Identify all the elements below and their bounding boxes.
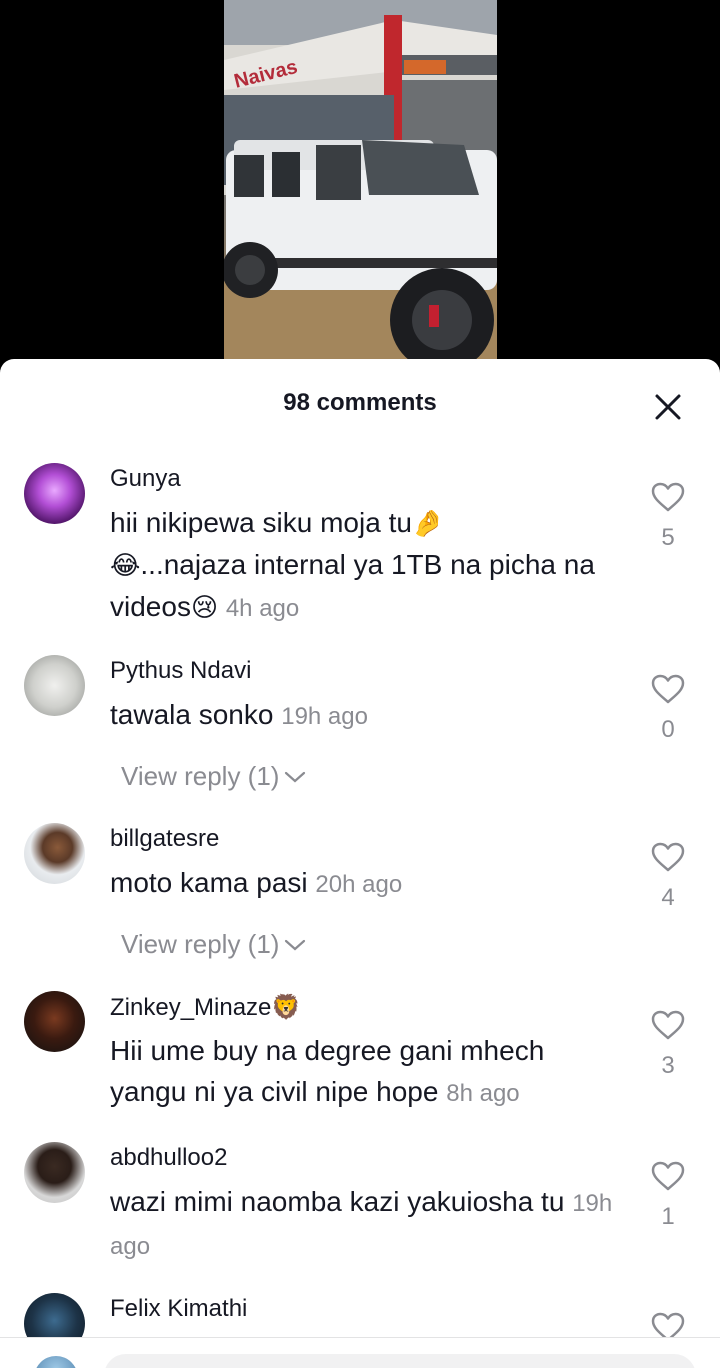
- like-count: 1: [661, 1203, 675, 1230]
- avatar[interactable]: [24, 823, 85, 884]
- comment-text: moto kama pasi 20h ago: [110, 862, 625, 905]
- comment-timestamp: 20h ago: [315, 871, 403, 898]
- like-button[interactable]: 4: [648, 841, 688, 912]
- comment-item: billgatesre moto kama pasi 20h ago 4 Vie…: [0, 819, 720, 969]
- comment-item: Felix Kimathi: [0, 1289, 720, 1337]
- comments-sheet: 98 comments Gunya hii nikipewa siku moja…: [0, 359, 720, 1368]
- my-avatar: [34, 1356, 78, 1368]
- like-count: 0: [661, 716, 675, 743]
- comment-username[interactable]: Gunya: [110, 465, 181, 493]
- comments-header: 98 comments: [0, 359, 720, 451]
- comment-input[interactable]: [104, 1354, 696, 1368]
- crying-emoji: 😢: [190, 592, 219, 622]
- like-count: 4: [661, 884, 675, 911]
- avatar[interactable]: [24, 463, 85, 524]
- comment-timestamp: 19h ago: [281, 703, 368, 730]
- avatar[interactable]: [24, 1293, 85, 1337]
- like-button[interactable]: [648, 1311, 688, 1337]
- comment-text-part2: ...najaza internal ya 1TB na picha na vi…: [110, 549, 595, 622]
- like-button[interactable]: 3: [648, 1009, 688, 1080]
- comment-timestamp: 4h ago: [225, 595, 300, 622]
- comment-item: Pythus Ndavi tawala sonko 19h ago 0 View…: [0, 651, 720, 801]
- comment-username[interactable]: Zinkey_Minaze🦁: [110, 993, 301, 1022]
- comment-username[interactable]: Felix Kimathi: [110, 1295, 247, 1323]
- comment-item: Zinkey_Minaze🦁 Hii ume buy na degree gan…: [0, 987, 720, 1127]
- comment-item: abdhulloo2 wazi mimi naomba kazi yakuios…: [0, 1138, 720, 1278]
- comment-item: Gunya hii nikipewa siku moja tu🤌 😂...naj…: [0, 459, 720, 629]
- like-count: 5: [661, 524, 675, 551]
- laughing-emoji: 😂: [110, 550, 141, 580]
- like-button[interactable]: 1: [648, 1160, 688, 1231]
- comment-username[interactable]: abdhulloo2: [110, 1144, 227, 1172]
- like-button[interactable]: 5: [648, 481, 688, 552]
- view-reply-button[interactable]: View reply (1): [121, 929, 307, 960]
- comment-username[interactable]: billgatesre: [110, 825, 219, 853]
- chevron-down-icon: [285, 771, 306, 782]
- heart-icon: [651, 1010, 685, 1040]
- comment-text: tawala sonko 19h ago: [110, 694, 625, 737]
- view-reply-button[interactable]: View reply (1): [121, 761, 307, 792]
- pinched-fingers-emoji: 🤌: [411, 508, 445, 538]
- like-button[interactable]: 0: [648, 673, 688, 744]
- video-thumbnail: Naivas: [224, 0, 497, 380]
- avatar[interactable]: [24, 1142, 85, 1203]
- comment-username[interactable]: Pythus Ndavi: [110, 657, 251, 685]
- comment-input-bar: [0, 1337, 720, 1368]
- comment-username-text: Zinkey_Minaze: [110, 994, 272, 1021]
- heart-icon: [651, 1312, 685, 1337]
- avatar[interactable]: [24, 655, 85, 716]
- like-count: 3: [661, 1052, 675, 1079]
- comment-text-body: tawala sonko: [110, 699, 274, 730]
- view-reply-label: View reply (1): [121, 929, 280, 959]
- comment-text-body: wazi mimi naomba kazi yakuiosha tu: [110, 1186, 565, 1217]
- close-icon: [655, 394, 681, 420]
- comments-count-title: 98 comments: [283, 389, 437, 416]
- heart-icon: [651, 1161, 685, 1191]
- close-button[interactable]: [650, 389, 686, 425]
- heart-icon: [651, 674, 685, 704]
- comment-text: hii nikipewa siku moja tu🤌 😂...najaza in…: [110, 502, 625, 629]
- chevron-down-icon: [285, 939, 306, 950]
- view-reply-label: View reply (1): [121, 761, 280, 791]
- heart-icon: [651, 482, 685, 512]
- comment-text: wazi mimi naomba kazi yakuiosha tu 19h a…: [110, 1181, 625, 1267]
- lion-emoji: 🦁: [271, 994, 302, 1021]
- video-player[interactable]: Naivas: [0, 0, 720, 380]
- comment-text-body: moto kama pasi: [110, 867, 308, 898]
- comment-text-part1: hii nikipewa siku moja tu: [110, 507, 412, 538]
- avatar[interactable]: [24, 991, 85, 1052]
- heart-icon: [651, 842, 685, 872]
- video-frame: Naivas: [224, 0, 497, 380]
- comment-text: Hii ume buy na degree gani mhech yangu n…: [110, 1030, 625, 1114]
- comment-timestamp: 8h ago: [446, 1080, 520, 1107]
